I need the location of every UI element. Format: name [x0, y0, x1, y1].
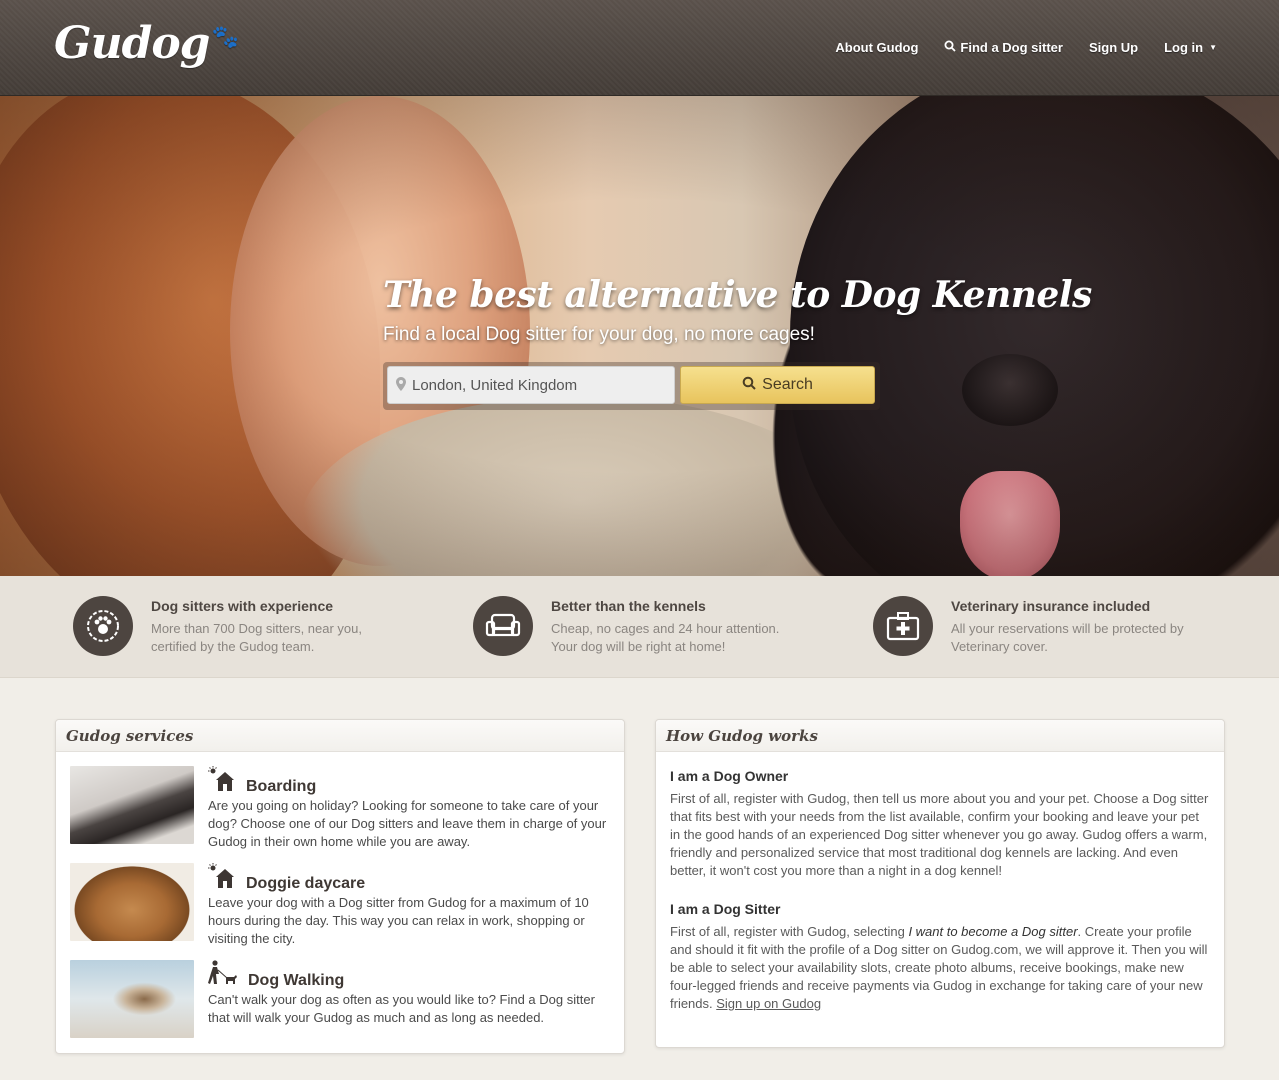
- house-sun-icon: [208, 863, 236, 893]
- service-name: Doggie daycare: [246, 875, 366, 892]
- feature-title: Veterinary insurance included: [951, 598, 1151, 614]
- sitter-section: I am a Dog Sitter First of all, register…: [670, 901, 1210, 1013]
- search-button-label: Search: [762, 376, 813, 393]
- nav-sign-up[interactable]: Sign Up: [1089, 40, 1138, 55]
- service-description: Are you going on holiday? Looking for so…: [208, 798, 607, 849]
- sitter-text: First of all, register with Gudog, selec…: [670, 923, 1210, 1013]
- services-heading: Gudog services: [56, 720, 624, 752]
- search-form: Search: [383, 362, 880, 410]
- sitter-title: I am a Dog Sitter: [670, 901, 781, 917]
- feature-text-line: Veterinary cover.: [951, 639, 1048, 654]
- how-it-works-panel: How Gudog works I am a Dog Owner First o…: [655, 719, 1225, 1048]
- feature-insurance: Veterinary insurance included All your r…: [873, 596, 1184, 656]
- feature-text-line: Cheap, no cages and 24 hour attention.: [551, 621, 780, 636]
- main-nav: About Gudog Find a Dog sitter Sign Up Lo…: [835, 40, 1217, 55]
- nav-signup-label: Sign Up: [1088, 40, 1139, 55]
- location-field[interactable]: [387, 366, 675, 404]
- feature-text-line: All your reservations will be protected …: [951, 621, 1184, 636]
- hero-banner: The best alternative to Dog Kennels Find…: [0, 96, 1279, 576]
- search-icon: [742, 376, 756, 395]
- boarding-photo: [70, 766, 194, 844]
- hero-title: The best alternative to Dog Kennels: [383, 274, 1092, 316]
- sitter-text-part: First of all, register with Gudog, selec…: [670, 924, 909, 939]
- sofa-icon: [473, 596, 533, 656]
- nav-login-label: Log in: [1164, 40, 1204, 55]
- service-description: Leave your dog with a Dog sitter from Gu…: [208, 895, 589, 946]
- nav-find-label: Find a Dog sitter: [960, 40, 1063, 55]
- daycare-photo: [70, 863, 194, 941]
- service-walking[interactable]: Dog Walking Can't walk your dog as often…: [70, 960, 608, 1038]
- house-sun-icon: [208, 766, 236, 796]
- feature-kennels: Better than the kennels Cheap, no cages …: [473, 596, 779, 656]
- gudog-logo[interactable]: Gudog 🐾: [54, 18, 239, 69]
- nav-about-label: About Gudog: [835, 40, 919, 55]
- service-name: Dog Walking: [248, 972, 345, 989]
- logo-text: Gudog: [54, 18, 210, 69]
- nav-about-gudog[interactable]: About Gudog: [835, 40, 918, 55]
- sign-up-link[interactable]: Sign up on Gudog: [716, 996, 821, 1011]
- map-pin-icon: [396, 376, 406, 394]
- hero-subtitle: Find a local Dog sitter for your dog, no…: [383, 324, 815, 345]
- feature-title: Better than the kennels: [551, 598, 706, 614]
- first-aid-kit-icon: [873, 596, 933, 656]
- feature-title: Dog sitters with experience: [151, 598, 334, 614]
- walking-photo: [70, 960, 194, 1038]
- person-walking-dog-icon: [208, 960, 238, 990]
- service-boarding[interactable]: Boarding Are you going on holiday? Looki…: [70, 766, 608, 851]
- nav-log-in[interactable]: Log in ▼: [1164, 40, 1217, 55]
- caret-down-icon: ▼: [1209, 43, 1217, 52]
- service-description: Can't walk your dog as often as you woul…: [208, 992, 595, 1025]
- services-panel: Gudog services Boarding Are you going on…: [55, 719, 625, 1054]
- feature-text-line: certified by the Gudog team.: [151, 639, 315, 654]
- owner-section: I am a Dog Owner First of all, register …: [670, 768, 1210, 880]
- service-name: Boarding: [246, 778, 317, 795]
- top-navbar: Gudog 🐾 About Gudog Find a Dog sitter Si…: [0, 0, 1279, 96]
- sitter-text-emphasis: I want to become a Dog sitter: [908, 924, 1078, 939]
- owner-text: First of all, register with Gudog, then …: [670, 791, 1209, 878]
- location-input[interactable]: [412, 376, 662, 394]
- owner-title: I am a Dog Owner: [670, 768, 789, 784]
- nav-find-dog-sitter[interactable]: Find a Dog sitter: [944, 40, 1063, 55]
- feature-experience: Dog sitters with experience More than 70…: [73, 596, 362, 656]
- feature-text: Cheap, no cages and 24 hour attention. Y…: [551, 620, 779, 656]
- features-strip: Dog sitters with experience More than 70…: [0, 576, 1279, 678]
- paw-icon: 🐾: [211, 24, 238, 50]
- search-button[interactable]: Search: [680, 366, 875, 404]
- search-icon: [944, 40, 957, 55]
- service-daycare[interactable]: Doggie daycare Leave your dog with a Dog…: [70, 863, 608, 948]
- paw-badge-icon: [73, 596, 133, 656]
- feature-text: More than 700 Dog sitters, near you, cer…: [151, 620, 362, 656]
- how-heading: How Gudog works: [656, 720, 1224, 752]
- feature-text-line: Your dog will be right at home!: [551, 639, 726, 654]
- feature-text: All your reservations will be protected …: [951, 620, 1184, 656]
- feature-text-line: More than 700 Dog sitters, near you,: [151, 621, 363, 636]
